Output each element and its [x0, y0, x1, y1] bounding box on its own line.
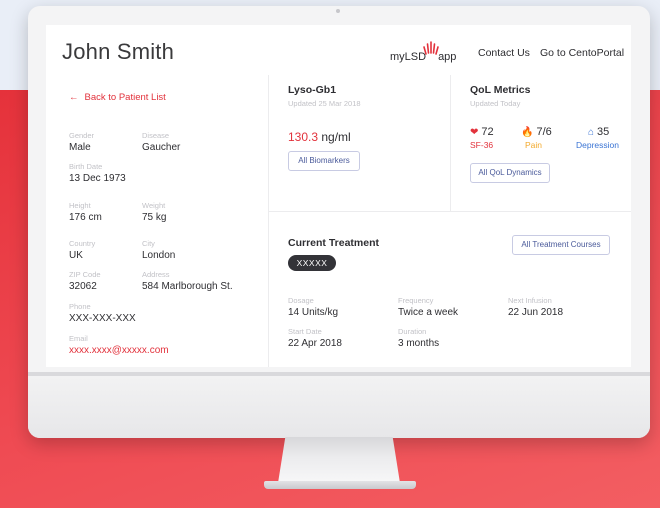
birth-date-value: 13 Dec 1973	[69, 173, 126, 184]
disease-value: Gaucher	[142, 142, 181, 153]
logo-suffix: app	[438, 51, 457, 63]
logo-name: myLSD	[390, 51, 427, 63]
contact-us-link[interactable]: Contact Us	[478, 47, 530, 59]
city-field: City London	[142, 239, 175, 261]
phone-field: Phone XXX-XXX-XXX	[69, 302, 136, 324]
back-link-label: Back to Patient List	[84, 92, 166, 103]
start-date-field: Start Date 22 Apr 2018	[288, 327, 342, 349]
frequency-field: Frequency Twice a week	[398, 296, 458, 318]
email-value[interactable]: xxxx.xxxx@xxxxx.com	[69, 345, 169, 356]
city-label: City	[142, 239, 155, 248]
biomarker-value: 130.3 ng/ml	[288, 130, 351, 144]
sf36-label: SF-36	[470, 140, 494, 150]
patient-name-title: John Smith	[62, 39, 175, 64]
frequency-label: Frequency	[398, 296, 434, 305]
all-treatment-courses-button[interactable]: All Treatment Courses	[512, 235, 610, 255]
drug-badge: XXXXX	[288, 255, 336, 271]
all-biomarkers-button[interactable]: All Biomarkers	[288, 151, 360, 171]
zip-code-field: ZIP Code 32062	[69, 270, 101, 292]
gender-label: Gender	[69, 131, 95, 140]
depression-label: Depression	[576, 140, 619, 150]
gender-value: Male	[69, 142, 91, 153]
weight-field: Weight 75 kg	[142, 201, 166, 223]
pain-metric: 🔥 7/6 Pain	[521, 126, 552, 150]
disease-field: Disease Gaucher	[142, 131, 180, 153]
go-to-centoportal-link[interactable]: Go to CentoPortal	[540, 47, 624, 59]
address-value: 584 Marlborough St.	[142, 281, 233, 292]
monitor-foot	[264, 481, 416, 489]
address-field: Address 584 Marlborough St.	[142, 270, 233, 292]
frequency-value: Twice a week	[398, 307, 459, 318]
country-label: Country	[69, 239, 96, 248]
country-value: UK	[69, 250, 83, 261]
all-qol-dynamics-button[interactable]: All QoL Dynamics	[470, 163, 550, 183]
biomarker-unit: ng/ml	[321, 130, 351, 144]
duration-value: 3 months	[398, 338, 440, 349]
back-to-patient-list-link[interactable]: ← Back to Patient List	[69, 92, 166, 103]
dosage-value: 14 Units/kg	[288, 307, 339, 318]
column-divider-right	[450, 75, 451, 211]
city-value: London	[142, 250, 176, 261]
sf36-value: 72	[481, 126, 494, 138]
height-label: Height	[69, 201, 91, 210]
email-label: Email	[69, 334, 88, 343]
address-label: Address	[142, 270, 170, 279]
height-value: 176 cm	[69, 212, 102, 223]
monitor-chin	[28, 376, 650, 438]
phone-label: Phone	[69, 302, 91, 311]
email-field: Email xxxx.xxxx@xxxxx.com	[69, 334, 169, 356]
birth-date-field: Birth Date 13 Dec 1973	[69, 162, 126, 184]
column-divider-left	[268, 75, 269, 367]
start-date-value: 22 Apr 2018	[288, 338, 342, 349]
home-icon: ⌂	[588, 127, 595, 138]
dosage-label: Dosage	[288, 296, 314, 305]
start-date-label: Start Date	[288, 327, 322, 336]
birth-date-label: Birth Date	[69, 162, 103, 171]
height-field: Height 176 cm	[69, 201, 102, 223]
disease-label: Disease	[142, 131, 170, 140]
dosage-field: Dosage 14 Units/kg	[288, 296, 338, 318]
logo-rays-icon	[423, 41, 439, 55]
weight-value: 75 kg	[142, 212, 167, 223]
biomarker-number: 130.3	[288, 130, 319, 144]
next-infusion-label: Next Infusion	[508, 296, 552, 305]
next-infusion-field: Next Infusion 22 Jun 2018	[508, 296, 563, 318]
monitor-stand	[278, 437, 400, 483]
biomarker-title: Lyso-Gb1	[288, 84, 337, 96]
app-screen: John Smith myLSD app Contact Us Go to Cen…	[46, 25, 631, 367]
weight-label: Weight	[142, 201, 166, 210]
next-infusion-value: 22 Jun 2018	[508, 307, 564, 318]
pain-label: Pain	[525, 140, 543, 150]
depression-value: 35	[597, 126, 610, 138]
qol-updated: Updated Today	[470, 99, 521, 108]
row-divider	[268, 211, 631, 212]
duration-label: Duration	[398, 327, 427, 336]
gender-field: Gender Male	[69, 131, 94, 153]
current-treatment-title: Current Treatment	[288, 237, 380, 249]
biomarker-updated: Updated 25 Mar 2018	[288, 99, 361, 108]
heart-icon: ❤	[470, 127, 479, 138]
camera-dot	[336, 9, 340, 13]
country-field: Country UK	[69, 239, 95, 261]
zip-code-value: 32062	[69, 281, 97, 292]
qol-title: QoL Metrics	[470, 84, 531, 96]
pain-value: 7/6	[536, 126, 552, 138]
zip-code-label: ZIP Code	[69, 270, 101, 279]
arrow-left-icon: ←	[69, 92, 79, 103]
duration-field: Duration 3 months	[398, 327, 439, 349]
phone-value: XXX-XXX-XXX	[69, 313, 136, 324]
depression-metric: ⌂ 35 Depression	[576, 126, 619, 150]
flame-icon: 🔥	[521, 127, 534, 138]
sf36-metric: ❤ 72 SF-36	[470, 126, 494, 150]
